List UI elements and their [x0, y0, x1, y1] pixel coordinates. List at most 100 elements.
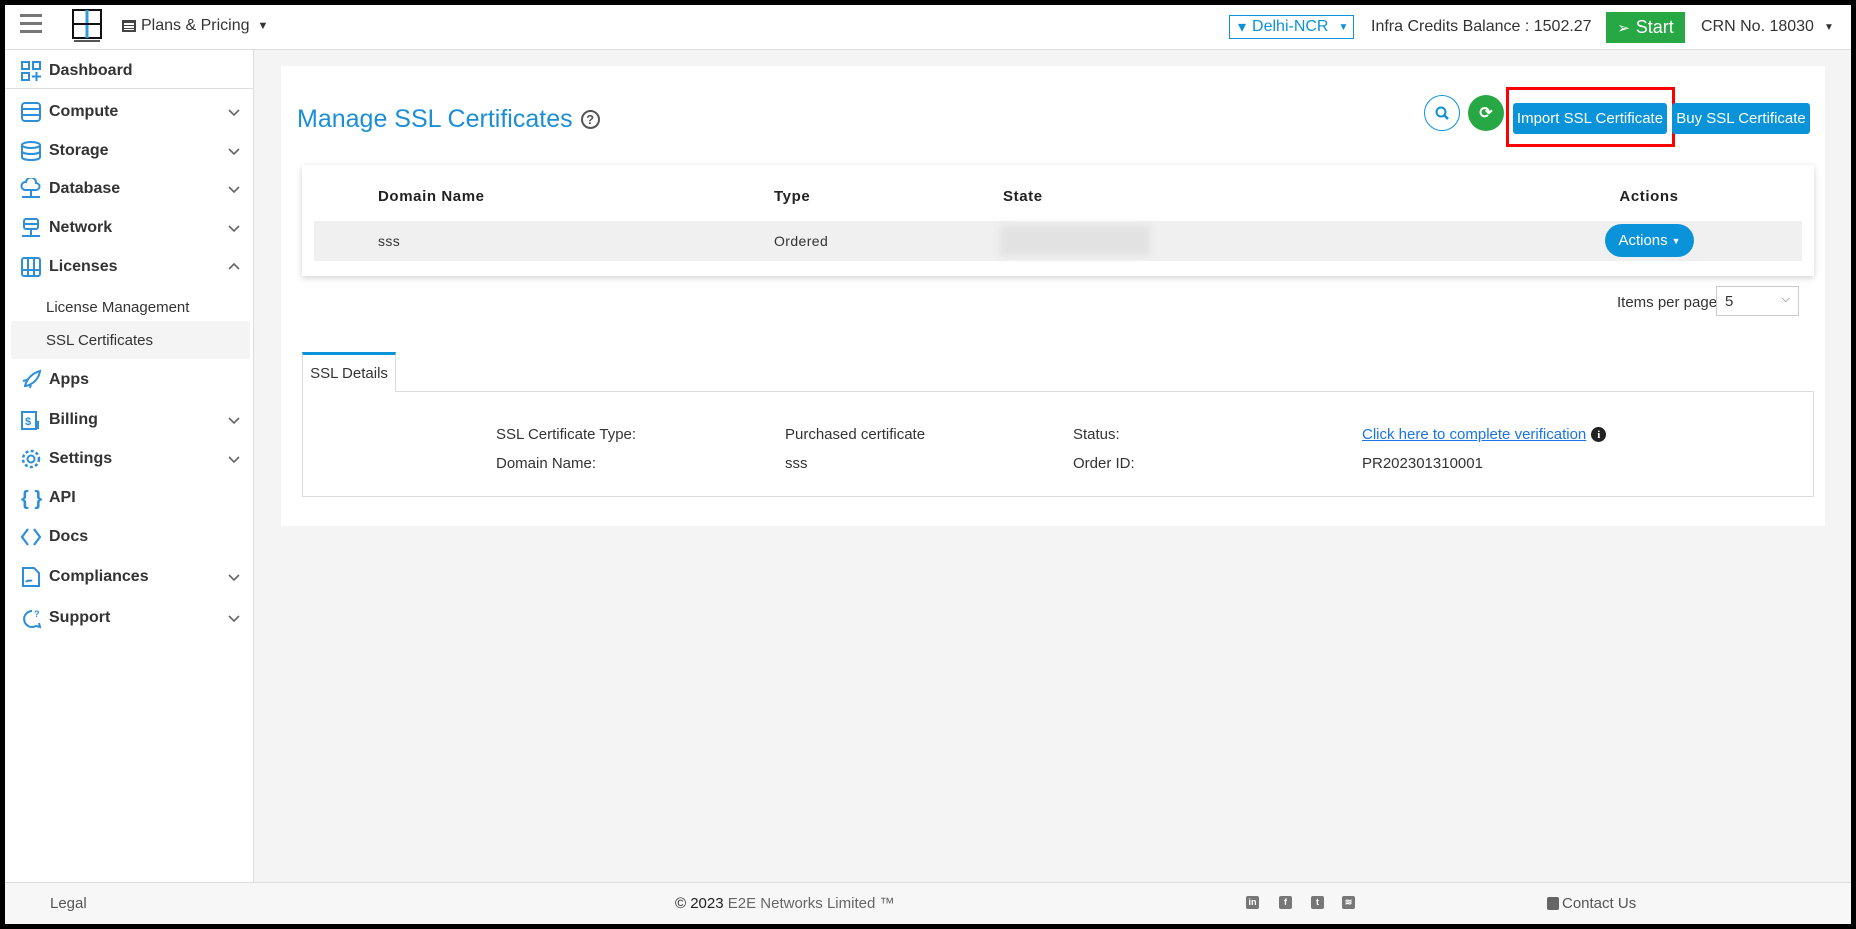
sidebar-item-label: Dashboard — [49, 62, 133, 79]
sidebar-item-billing[interactable]: $ Billing — [5, 402, 254, 438]
sidebar-item-label: Compute — [49, 103, 119, 120]
chevron-down-icon[interactable] — [227, 413, 241, 427]
caret-down-icon: ▼ — [257, 20, 269, 32]
column-header-domain: Domain Name — [378, 188, 485, 205]
app-window: Plans & Pricing ▼ ▾ Delhi-NCR ▼ Infra Cr… — [5, 5, 1851, 924]
cell-domain: sss — [378, 233, 401, 249]
chevron-down-icon[interactable] — [227, 611, 241, 625]
gear-icon — [21, 449, 41, 469]
billing-icon: $ — [21, 411, 39, 430]
contact-us-link[interactable]: Contact Us — [1547, 895, 1636, 912]
sidebar-item-dashboard[interactable]: Dashboard — [5, 53, 254, 89]
linkedin-icon[interactable]: in — [1246, 896, 1259, 909]
sidebar-subitem-ssl-certificates[interactable]: SSL Certificates — [11, 321, 250, 359]
code-icon — [20, 528, 42, 546]
cell-type: Ordered — [774, 233, 829, 249]
footer: Legal © 2023 E2E Networks Limited ™ in f… — [5, 882, 1851, 924]
svg-text:$: $ — [25, 416, 31, 428]
rocket-icon — [22, 369, 42, 389]
ssl-table: Domain Name Type State Actions sss Order… — [302, 165, 1814, 276]
tab-ssl-details[interactable]: SSL Details — [302, 352, 396, 392]
page-title: Manage SSL Certificates ? — [297, 105, 600, 134]
refresh-icon: ⟳ — [1479, 105, 1493, 122]
database-icon — [21, 141, 41, 162]
ssl-details-panel: SSL Certificate Type: Purchased certific… — [302, 391, 1814, 497]
cell-state-blurred — [1000, 225, 1150, 256]
info-icon[interactable]: i — [1591, 427, 1607, 442]
svg-text:{ }: { } — [21, 488, 42, 509]
sidebar-item-label: API — [49, 489, 76, 506]
plans-pricing-menu[interactable]: Plans & Pricing ▼ — [122, 17, 268, 35]
document-icon — [22, 567, 40, 587]
hamburger-menu-button[interactable] — [20, 12, 42, 34]
crn-menu[interactable]: CRN No. 18030 ▼ — [1701, 18, 1834, 36]
twitter-icon[interactable]: t — [1311, 896, 1324, 909]
dashboard-divider — [5, 88, 254, 89]
refresh-button[interactable]: ⟳ — [1468, 95, 1504, 131]
sidebar-item-api[interactable]: { } API — [5, 480, 254, 516]
items-per-page-select[interactable]: 5 ⌵ — [1716, 286, 1799, 316]
buy-ssl-certificate-button[interactable]: Buy SSL Certificate — [1672, 103, 1810, 134]
svg-text:?: ? — [34, 609, 40, 619]
search-icon — [1435, 106, 1449, 120]
help-icon[interactable]: ? — [580, 110, 600, 129]
caret-down-icon: ▼ — [1671, 235, 1681, 246]
location-pin-icon: ▾ — [1238, 19, 1247, 36]
cloud-network-icon — [20, 178, 41, 198]
sidebar-item-support[interactable]: ? Support — [5, 600, 254, 636]
sidebar-item-label: Docs — [49, 528, 89, 545]
search-button[interactable] — [1424, 95, 1460, 131]
complete-verification-link[interactable]: Click here to complete verification i — [1362, 426, 1607, 443]
main-card: Manage SSL Certificates ? ⟳ Import SSL C… — [281, 66, 1825, 526]
rss-icon[interactable]: ≋ — [1342, 896, 1355, 909]
sidebar-item-settings[interactable]: Settings — [5, 441, 254, 477]
top-header: Plans & Pricing ▼ ▾ Delhi-NCR ▼ Infra Cr… — [5, 5, 1851, 50]
chevron-down-icon[interactable] — [227, 570, 241, 584]
sidebar-item-compute[interactable]: Compute — [5, 94, 254, 130]
sidebar-item-storage[interactable]: Storage — [5, 133, 254, 169]
support-icon: ? — [23, 609, 42, 629]
chevron-down-icon[interactable] — [227, 144, 241, 158]
sidebar-item-licenses[interactable]: Licenses — [5, 249, 254, 285]
sidebar-item-label: Billing — [49, 411, 98, 428]
column-header-actions: Actions — [1619, 188, 1679, 205]
dashboard-icon — [21, 61, 41, 81]
chevron-down-icon[interactable] — [227, 452, 241, 466]
chevron-down-icon[interactable] — [227, 182, 241, 196]
chevron-down-icon: ⌵ — [1781, 293, 1790, 305]
chevron-up-icon[interactable] — [227, 260, 241, 274]
chevron-down-icon[interactable] — [227, 105, 241, 119]
row-actions-button[interactable]: Actions ▼ — [1605, 224, 1694, 257]
column-header-type: Type — [774, 188, 811, 205]
legal-link[interactable]: Legal — [50, 895, 87, 912]
e2e-logo[interactable] — [72, 9, 102, 43]
sidebar-item-label: Apps — [49, 371, 89, 388]
sidebar-item-label: Settings — [49, 450, 113, 467]
region-selector[interactable]: ▾ Delhi-NCR ▼ — [1229, 15, 1354, 39]
caret-down-icon: ▼ — [1823, 21, 1834, 33]
copyright: © 2023 E2E Networks Limited ™ — [675, 895, 895, 912]
facebook-icon[interactable]: f — [1279, 896, 1292, 909]
start-button[interactable]: ➢ Start — [1606, 12, 1685, 43]
sidebar-item-apps[interactable]: Apps — [5, 362, 254, 398]
network-icon — [22, 218, 40, 237]
sidebar-item-label: Database — [49, 180, 121, 197]
import-ssl-certificate-button[interactable]: Import SSL Certificate — [1513, 103, 1667, 134]
sidebar-item-network[interactable]: Network — [5, 210, 254, 246]
server-icon — [21, 102, 41, 122]
sidebar: Dashboard Compute Storage Database Network Li… — [5, 50, 254, 882]
list-icon — [122, 20, 136, 32]
phone-icon — [1547, 897, 1559, 910]
licenses-icon — [21, 257, 41, 277]
sidebar-item-compliances[interactable]: Compliances — [5, 559, 254, 595]
caret-down-icon: ▼ — [1338, 21, 1349, 33]
sidebar-item-database[interactable]: Database — [5, 171, 254, 207]
sidebar-item-label: Network — [49, 219, 113, 236]
sidebar-item-docs[interactable]: Docs — [5, 519, 254, 555]
braces-icon: { } — [21, 488, 42, 509]
table-row[interactable]: sss Ordered Actions ▼ — [314, 221, 1802, 261]
chevron-down-icon[interactable] — [227, 221, 241, 235]
sidebar-item-label: Licenses — [49, 258, 118, 275]
paper-plane-icon: ➢ — [1617, 19, 1630, 37]
items-per-page-label: Items per page — [1617, 294, 1718, 311]
